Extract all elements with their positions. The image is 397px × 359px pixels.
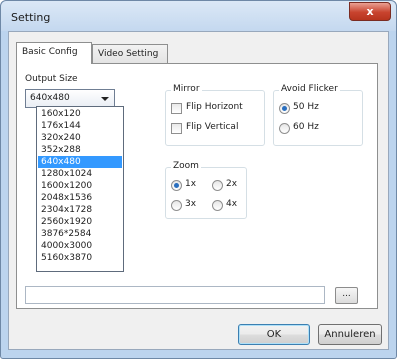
flip-horizontal-label[interactable]: Flip Horizont (186, 102, 243, 112)
zoom-4x-label[interactable]: 4x (226, 199, 237, 209)
output-size-dropdown-list[interactable]: 160x120 176x144 320x240 352x288 640x480 … (36, 106, 124, 272)
zoom-group-title: Zoom (171, 161, 201, 171)
flip-horizontal-checkbox[interactable] (171, 103, 182, 114)
mirror-group-title: Mirror (171, 84, 202, 94)
output-size-label: Output Size (25, 74, 78, 84)
dropdown-option[interactable]: 2560x1920 (38, 216, 122, 228)
flicker-60hz-label[interactable]: 60 Hz (293, 122, 319, 132)
avoid-flicker-group-title: Avoid Flicker (279, 84, 340, 94)
chevron-down-icon[interactable] (101, 97, 109, 101)
zoom-1x-radio[interactable] (171, 180, 182, 191)
dropdown-option[interactable]: 3876*2584 (38, 228, 122, 240)
flicker-50hz-radio[interactable] (279, 103, 290, 114)
dropdown-option[interactable]: 320x240 (38, 132, 122, 144)
zoom-1x-label[interactable]: 1x (185, 179, 196, 189)
flip-vertical-label[interactable]: Flip Vertical (186, 122, 238, 132)
dropdown-option[interactable]: 2048x1536 (38, 192, 122, 204)
flicker-50hz-label[interactable]: 50 Hz (293, 102, 319, 112)
zoom-3x-label[interactable]: 3x (185, 199, 196, 209)
close-icon: x (366, 5, 374, 18)
dropdown-option-selected[interactable]: 640x480 (38, 156, 122, 168)
dropdown-option[interactable]: 1600x1200 (38, 180, 122, 192)
zoom-2x-label[interactable]: 2x (226, 179, 237, 189)
avoid-flicker-group: Avoid Flicker 50 Hz 60 Hz (273, 84, 363, 146)
cancel-button[interactable]: Annuleren (318, 324, 382, 345)
tab-basic-config[interactable]: Basic Config (16, 42, 92, 64)
cancel-button-label: Annuleren (324, 329, 376, 340)
tab-basic-config-label: Basic Config (22, 47, 78, 57)
browse-button-label: ... (342, 289, 351, 299)
dropdown-option[interactable]: 352x288 (38, 144, 122, 156)
close-button[interactable]: x (349, 2, 391, 21)
zoom-2x-radio[interactable] (212, 180, 223, 191)
dropdown-option[interactable]: 5160x3870 (38, 252, 122, 264)
ok-button-label: OK (266, 329, 282, 340)
dropdown-option[interactable]: 2304x1728 (38, 204, 122, 216)
ok-button[interactable]: OK (238, 324, 310, 345)
zoom-3x-radio[interactable] (171, 200, 182, 211)
dropdown-option[interactable]: 1280x1024 (38, 168, 122, 180)
browse-button[interactable]: ... (335, 287, 358, 304)
output-size-value: 640x480 (30, 93, 70, 103)
path-input[interactable] (25, 286, 325, 304)
title-bar[interactable]: Setting x (1, 1, 396, 31)
mirror-group: Mirror Flip Horizont Flip Vertical (165, 84, 265, 146)
tab-video-setting-label: Video Setting (98, 49, 159, 59)
flicker-60hz-radio[interactable] (279, 123, 290, 134)
zoom-group: Zoom 1x 2x 3x 4x (165, 161, 247, 219)
window-title: Setting (11, 11, 51, 24)
dropdown-option[interactable]: 4000x3000 (38, 240, 122, 252)
dropdown-option[interactable]: 160x120 (38, 108, 122, 120)
flip-vertical-checkbox[interactable] (171, 123, 182, 134)
dropdown-option[interactable]: 176x144 (38, 120, 122, 132)
zoom-4x-radio[interactable] (212, 200, 223, 211)
tab-video-setting[interactable]: Video Setting (92, 44, 168, 64)
